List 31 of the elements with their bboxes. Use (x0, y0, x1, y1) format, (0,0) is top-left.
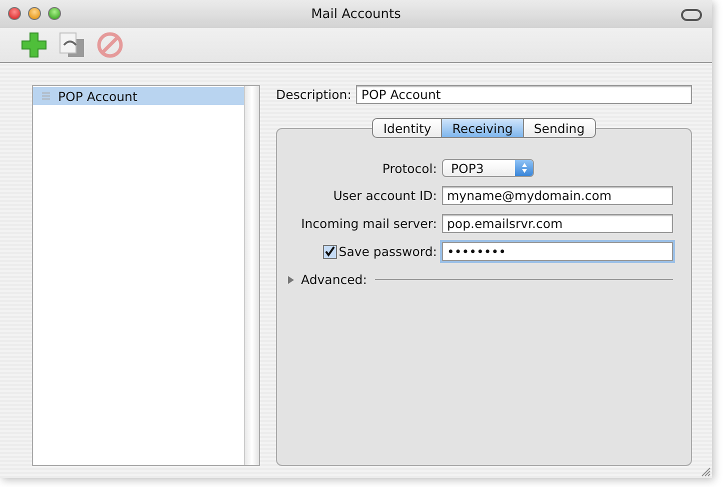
duplicate-icon[interactable] (58, 31, 86, 59)
description-field[interactable]: POP Account (356, 85, 692, 104)
account-item[interactable]: POP Account (33, 87, 244, 105)
checkbox[interactable] (322, 244, 337, 258)
text-field[interactable]: •••••••• (442, 242, 673, 261)
minimize-button[interactable] (28, 7, 41, 20)
tab[interactable]: Receiving (442, 118, 524, 138)
field-label: Protocol: (382, 160, 437, 176)
toolbar-toggle-button[interactable] (681, 9, 702, 21)
window-title: Mail Accounts (311, 6, 401, 22)
advanced-label: Advanced: (301, 272, 367, 287)
close-button[interactable] (8, 7, 21, 20)
up-down-arrows-icon (520, 162, 528, 174)
zoom-button[interactable] (48, 7, 61, 20)
checkmark-icon (324, 246, 336, 257)
text-field[interactable]: myname@mydomain.com (442, 186, 673, 205)
scroll-bar[interactable] (244, 86, 259, 465)
tab[interactable]: Sending (524, 118, 596, 138)
disclosure-triangle[interactable] (287, 276, 295, 284)
resize-grip-icon[interactable] (700, 466, 711, 477)
description-label: Description: (276, 87, 352, 102)
lines-icon (42, 92, 50, 100)
triangle-icon (287, 276, 295, 284)
prohibited-icon[interactable] (96, 31, 124, 59)
field-label: User account ID: (333, 188, 437, 203)
add-icon[interactable] (20, 31, 48, 59)
tab[interactable]: Identity (372, 118, 442, 138)
protocol-popup[interactable]: POP3 (442, 159, 534, 177)
text-field[interactable]: pop.emailsrvr.com (442, 214, 673, 233)
field-label: Incoming mail server: (301, 216, 437, 231)
field-label: Save password: (338, 244, 437, 259)
